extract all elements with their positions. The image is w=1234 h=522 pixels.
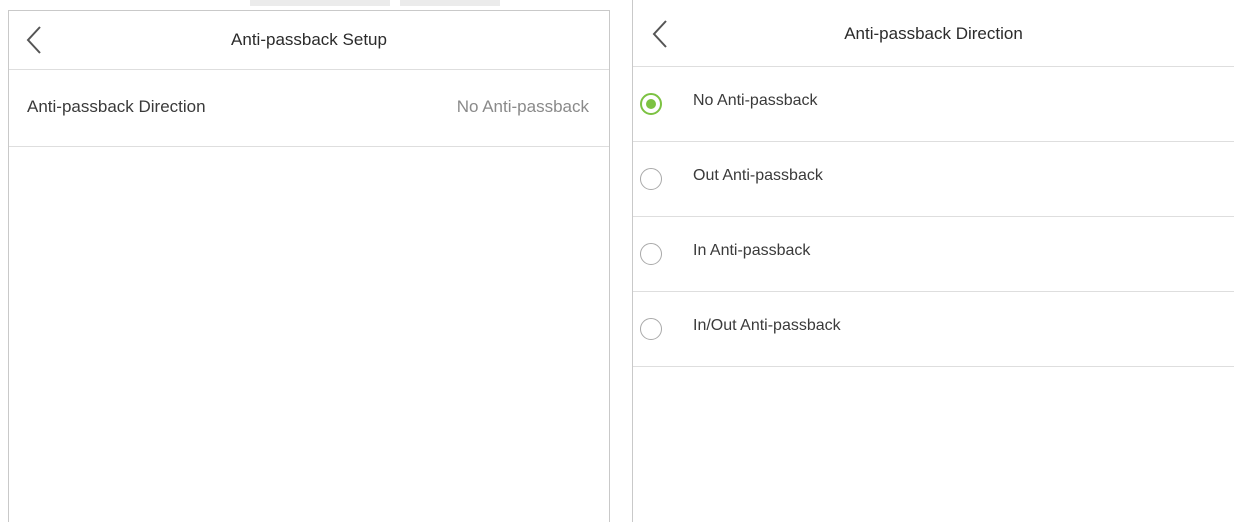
setting-label: Anti-passback Direction	[27, 97, 206, 116]
radio-button[interactable]	[640, 318, 662, 340]
option-label: In/Out Anti-passback	[693, 317, 841, 334]
anti-passback-direction-row[interactable]: Anti-passback Direction No Anti-passback	[9, 70, 609, 147]
page-title: Anti-passback Setup	[231, 30, 387, 49]
radio-button[interactable]	[640, 243, 662, 265]
option-no-anti-passback[interactable]: No Anti-passback	[633, 67, 1234, 142]
page-title: Anti-passback Direction	[844, 24, 1023, 43]
scan-artifact	[250, 0, 390, 6]
header-bar: Anti-passback Direction	[633, 0, 1234, 67]
option-in-out-anti-passback[interactable]: In/Out Anti-passback	[633, 292, 1234, 367]
header-bar: Anti-passback Setup	[9, 11, 609, 70]
option-label: Out Anti-passback	[693, 167, 823, 184]
option-label: No Anti-passback	[693, 92, 818, 109]
option-out-anti-passback[interactable]: Out Anti-passback	[633, 142, 1234, 217]
anti-passback-direction-screen: Anti-passback Direction No Anti-passback…	[632, 0, 1234, 522]
setting-value: No Anti-passback	[456, 97, 589, 116]
option-in-anti-passback[interactable]: In Anti-passback	[633, 217, 1234, 292]
radio-button[interactable]	[640, 93, 662, 115]
option-label: In Anti-passback	[693, 242, 811, 259]
anti-passback-setup-screen: Anti-passback Setup Anti-passback Direct…	[8, 10, 610, 522]
radio-button[interactable]	[640, 168, 662, 190]
scan-artifact	[400, 0, 500, 6]
